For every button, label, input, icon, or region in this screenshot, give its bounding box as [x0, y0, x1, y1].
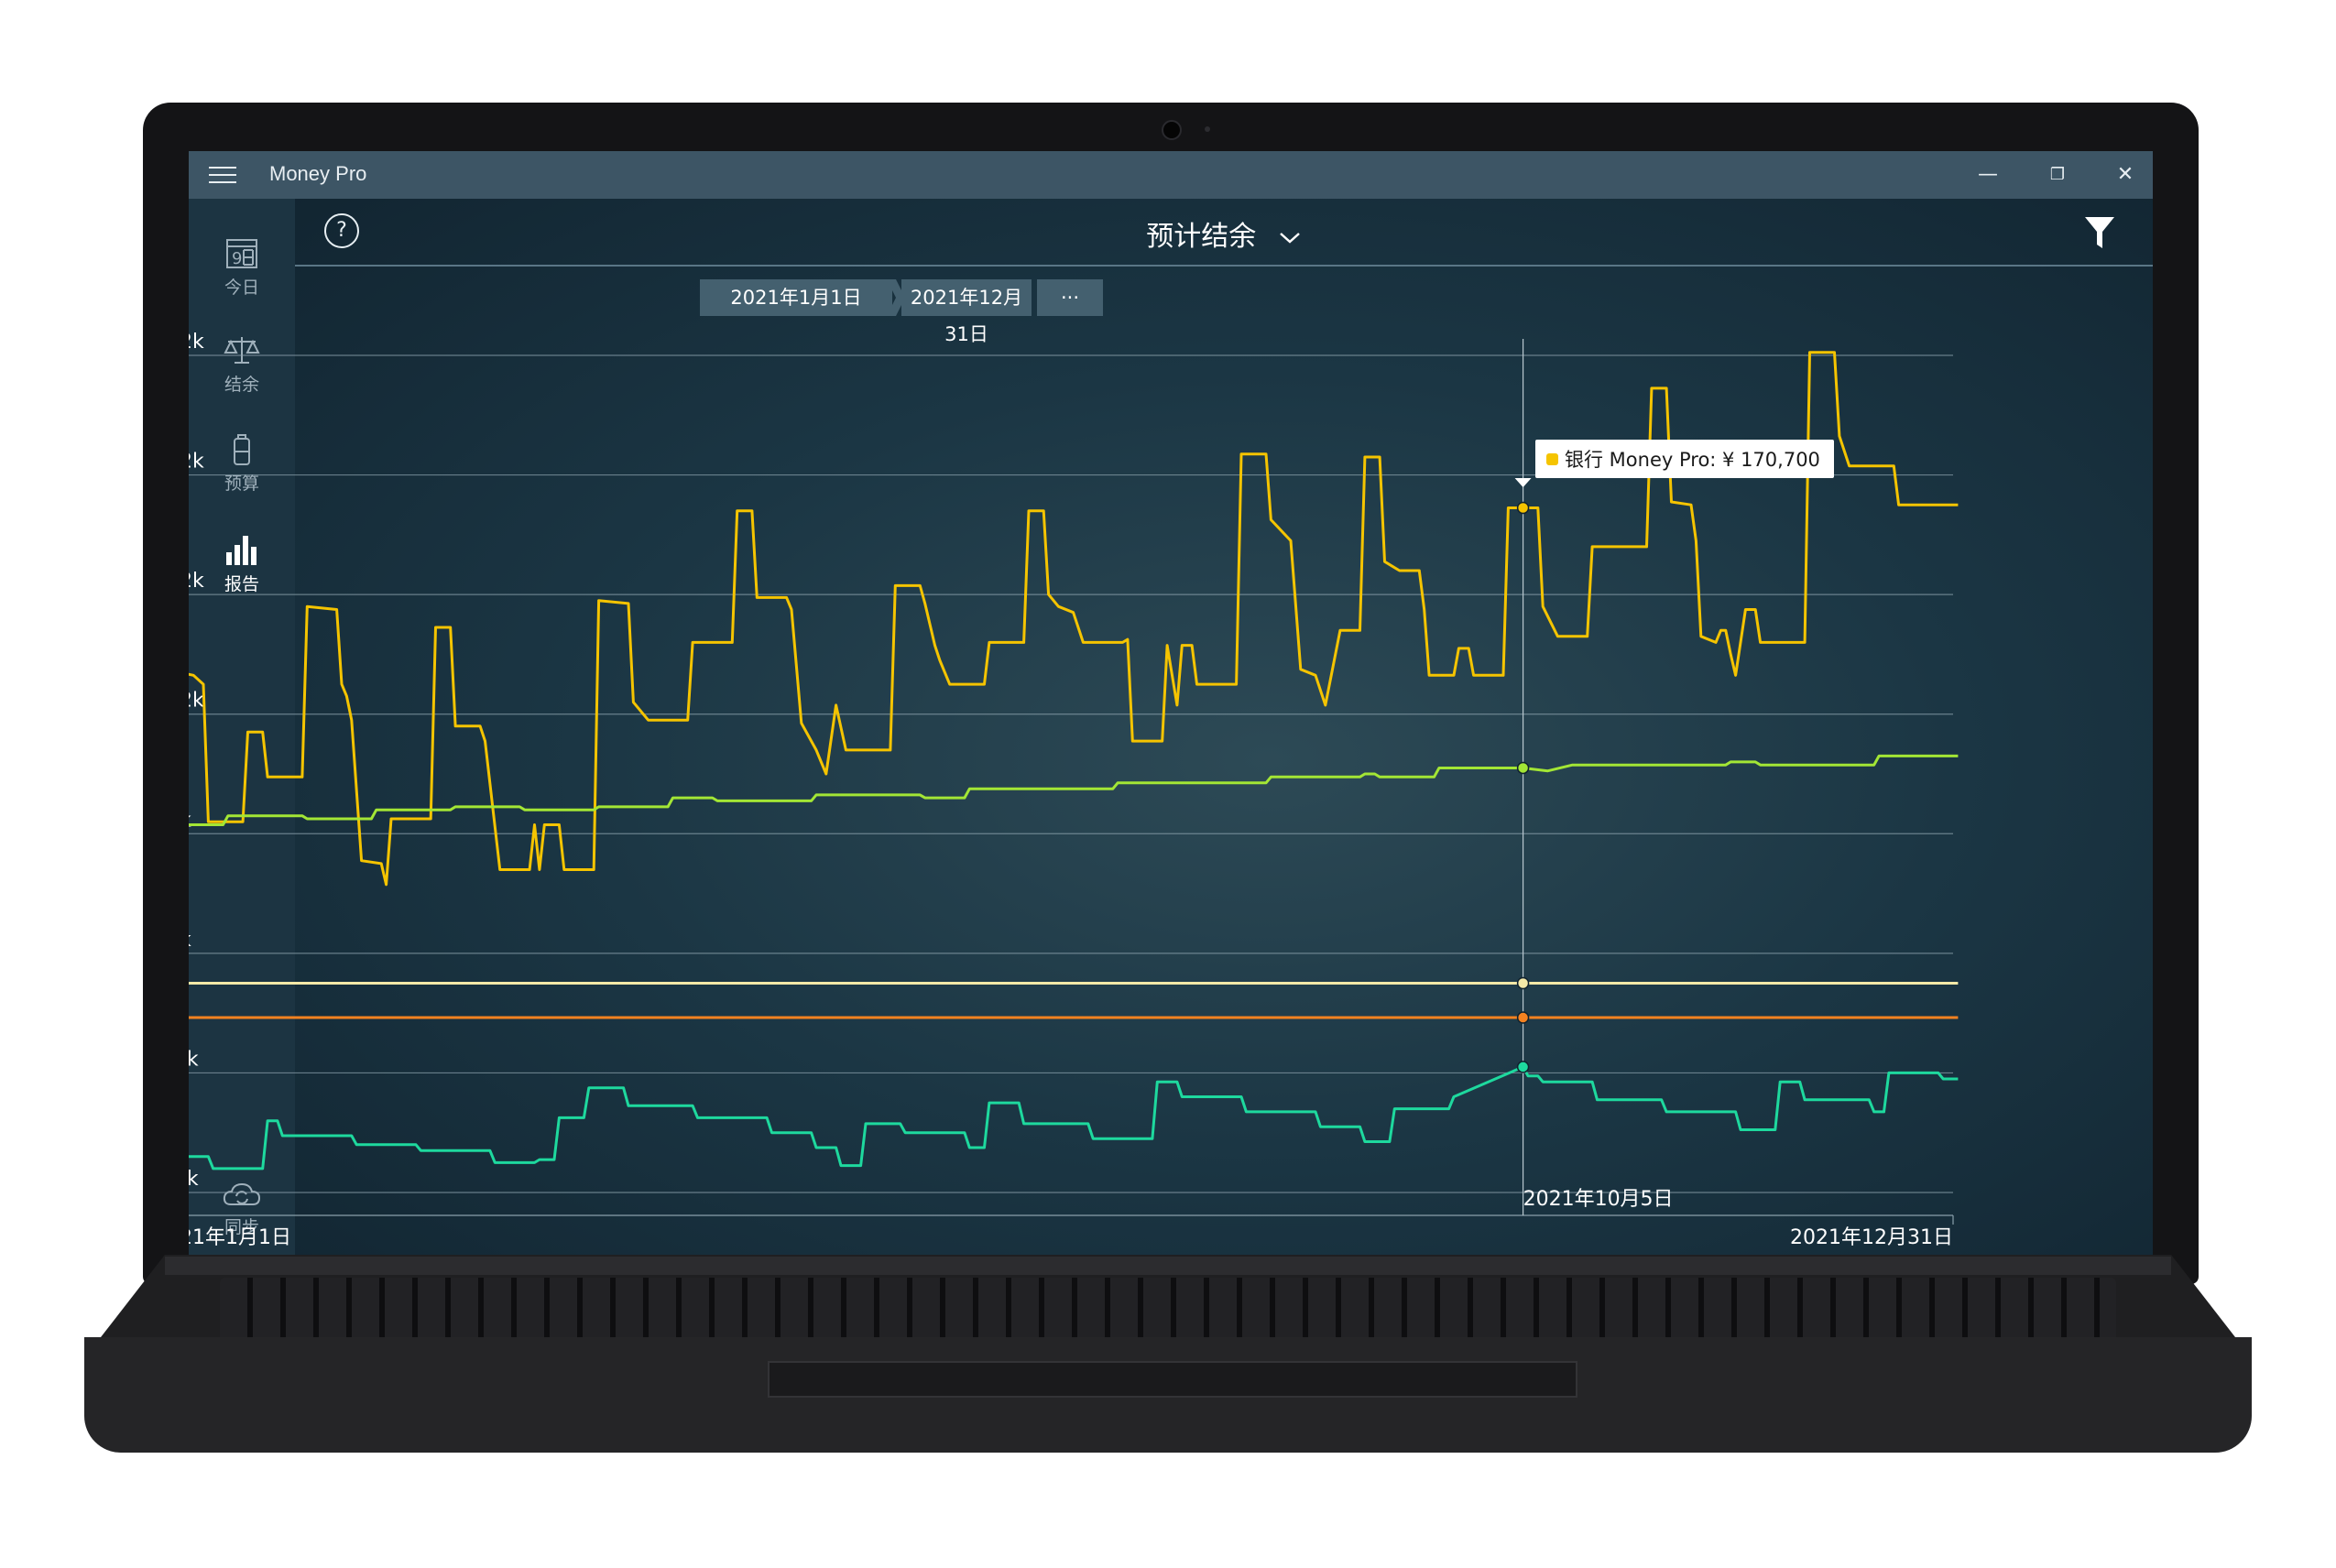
cursor-date-label: 2021年10月5日	[1523, 1188, 1674, 1211]
y-tick-label: -58k	[189, 1168, 199, 1191]
balance-chart: 222k 182k 142k 102k 62k 22k -18k -58k 2021年1月1日 2…	[189, 331, 1959, 1249]
tooltip-swatch	[1546, 453, 1558, 465]
y-tick-label: 62k	[189, 809, 191, 832]
y-tick-label: 102k	[189, 690, 204, 713]
y-tick-label: -18k	[189, 1048, 199, 1071]
y-tick-label: 22k	[189, 929, 191, 952]
series-line-0	[189, 351, 1959, 887]
y-tick-label: 182k	[189, 451, 204, 474]
tooltip-pointer	[1514, 478, 1532, 487]
trackpad	[768, 1361, 1577, 1398]
webcam-light	[1205, 126, 1210, 132]
laptop-hinge	[165, 1257, 2171, 1275]
cursor-point	[1516, 976, 1530, 990]
cursor-point	[1516, 1061, 1530, 1073]
app-window: Money Pro — ❐ ✕ 9 今日 结余 预算 报告 同步 ? 预计结余 …	[189, 151, 2153, 1257]
x-tick-label-end: 2021年12月31日	[1790, 1226, 1953, 1249]
cursor-point	[1516, 501, 1530, 515]
cursor-point	[1516, 1011, 1530, 1024]
series-line-4	[189, 1065, 1959, 1171]
tooltip-text: 银行 Money Pro: ¥ 170,700	[1565, 449, 1820, 471]
webcam	[1162, 120, 1182, 140]
cursor-point	[1516, 761, 1530, 775]
x-tick-label-start: 2021年1月1日	[189, 1226, 291, 1249]
y-tick-label: 142k	[189, 570, 204, 593]
y-tick-label: 222k	[189, 331, 204, 354]
series-line-1	[189, 754, 1959, 826]
